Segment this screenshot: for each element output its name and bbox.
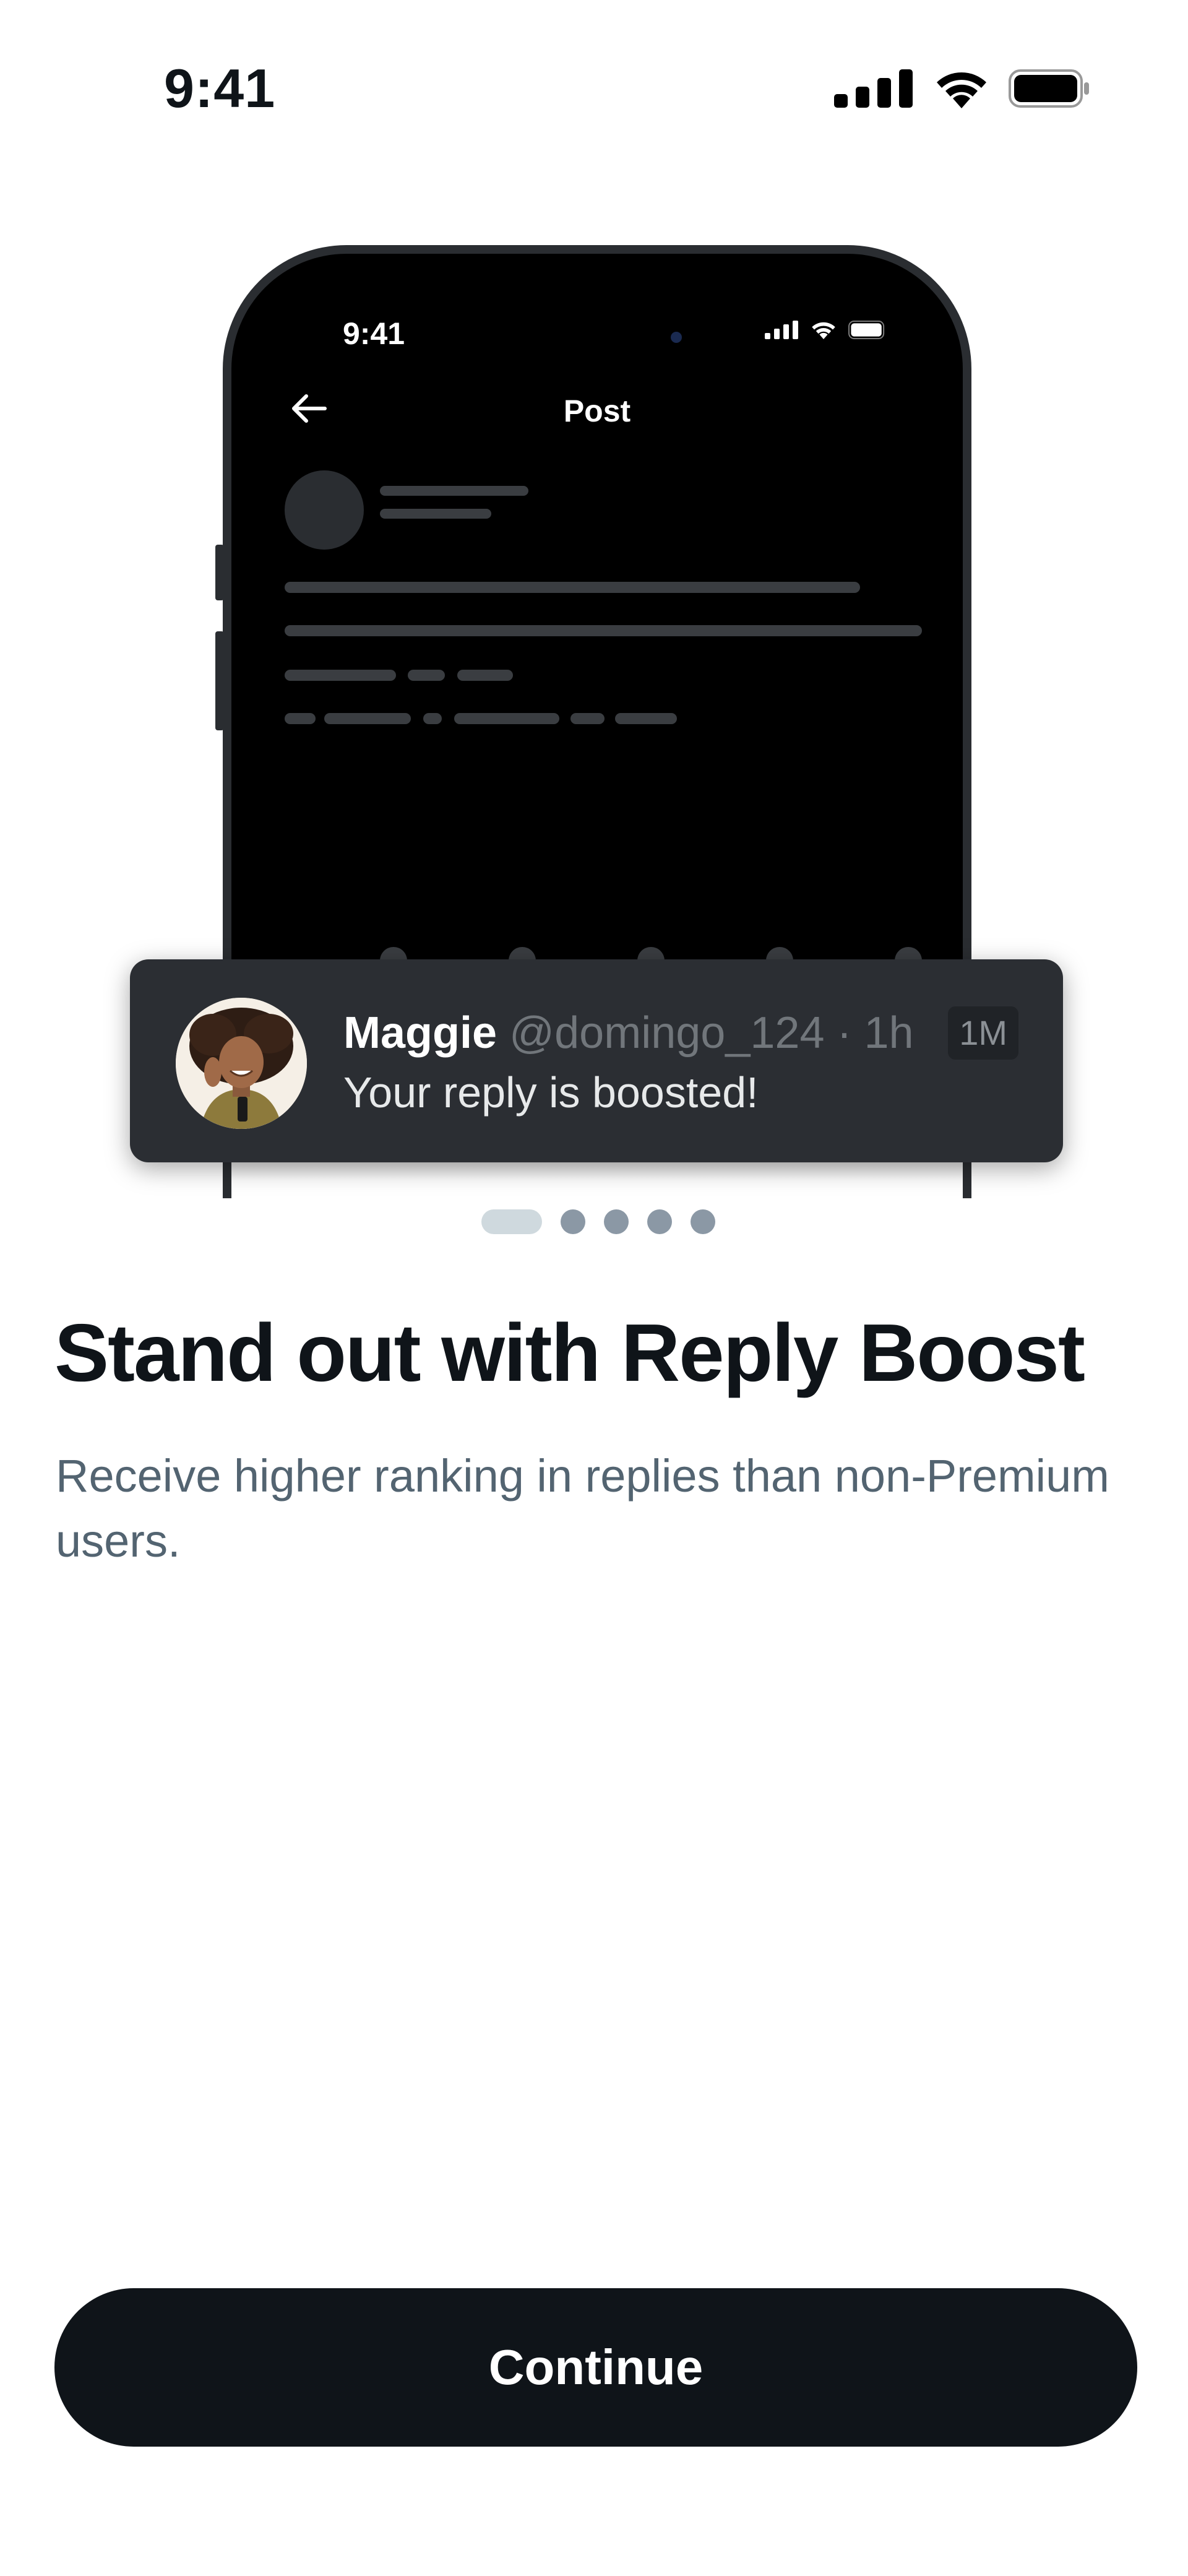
page-title: Stand out with Reply Boost xyxy=(54,1307,1085,1398)
placeholder-line xyxy=(285,670,396,681)
placeholder-line xyxy=(423,713,442,724)
author-name: Maggie xyxy=(343,1008,497,1058)
status-bar: 9:41 xyxy=(0,0,1188,142)
avatar xyxy=(176,998,307,1129)
reply-author: Maggie @domingo_124 · 1h xyxy=(343,1008,914,1058)
phone-screen-title: Post xyxy=(563,394,631,428)
battery-icon xyxy=(848,321,885,339)
wifi-icon xyxy=(937,72,986,108)
placeholder-line xyxy=(457,670,513,681)
status-time: 9:41 xyxy=(164,58,276,119)
wifi-icon xyxy=(812,322,835,339)
placeholder-line xyxy=(380,509,491,519)
placeholder-line xyxy=(380,486,528,496)
phone-status-time: 9:41 xyxy=(343,316,405,351)
page-dot[interactable] xyxy=(691,1209,715,1234)
placeholder-line xyxy=(285,713,316,724)
page-indicator xyxy=(481,1208,715,1235)
placeholder-line xyxy=(285,625,922,636)
page-dot[interactable] xyxy=(647,1209,672,1234)
placeholder-line xyxy=(324,713,411,724)
placeholder-line xyxy=(285,582,860,593)
continue-button[interactable]: Continue xyxy=(54,2288,1137,2447)
cellular-signal-icon xyxy=(765,321,798,339)
placeholder-line xyxy=(408,670,445,681)
cellular-signal-icon xyxy=(834,69,913,108)
page-dot[interactable] xyxy=(561,1209,585,1234)
boosted-reply-card: Maggie @domingo_124 · 1h Your reply is b… xyxy=(130,959,1063,1162)
view-count-badge: 1M xyxy=(948,1006,1018,1060)
battery-icon xyxy=(1009,69,1089,108)
phone-status-icons xyxy=(765,321,889,339)
hero-illustration: 9:41 Post Maggie @domingo_124 · 1h Your … xyxy=(0,235,1188,1198)
avatar-photo xyxy=(176,998,307,1129)
status-icons xyxy=(834,67,1090,110)
author-handle: @domingo_124 · 1h xyxy=(509,1008,914,1058)
placeholder-avatar xyxy=(285,470,364,550)
placeholder-line xyxy=(615,713,677,724)
placeholder-line xyxy=(570,713,605,724)
placeholder-line xyxy=(454,713,559,724)
page-dot[interactable] xyxy=(604,1209,629,1234)
phone-camera xyxy=(671,332,682,343)
page-dot-active[interactable] xyxy=(481,1209,542,1234)
reply-text: Your reply is boosted! xyxy=(343,1068,759,1117)
feature-description: Receive higher ranking in replies than n… xyxy=(56,1450,1109,1567)
